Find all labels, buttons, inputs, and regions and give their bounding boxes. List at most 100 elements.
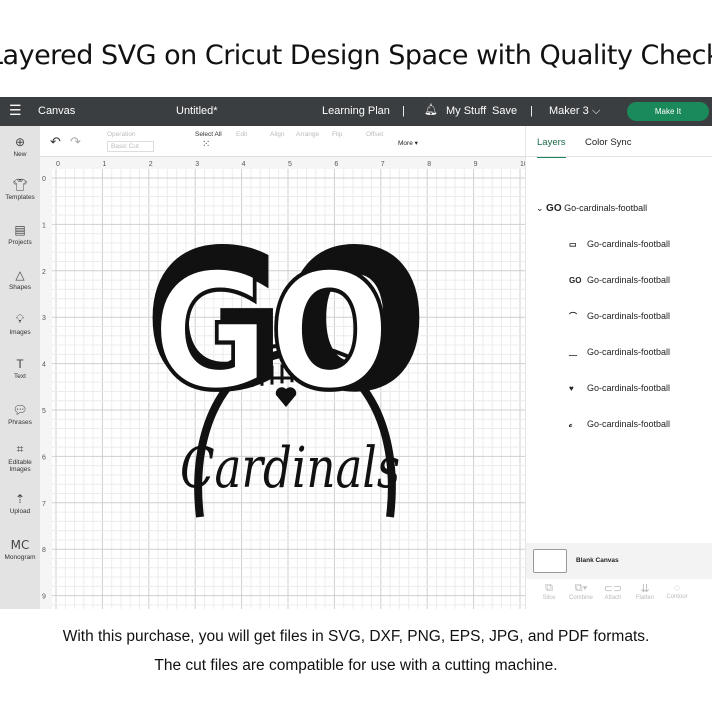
ruler-tick-label: 7 [381, 161, 385, 168]
sidebar-item-phrases[interactable]: 💬︎ Phrases [0, 403, 40, 426]
sidebar-item-templates[interactable]: 👕︎ Templates [0, 178, 40, 201]
sidebar-item-monogram[interactable]: ⅯⅭ Monogram [0, 538, 40, 561]
layer-thumbnail-icon: ﹏ [569, 348, 577, 357]
ruler-tick-label: 9 [42, 594, 46, 601]
contour-button[interactable]: ◌ Contour [662, 582, 692, 600]
ruler-tick-label: 2 [149, 161, 153, 168]
make-it-button[interactable]: Make It [627, 102, 709, 121]
align-button[interactable]: Align [270, 131, 284, 138]
layer-thumbnail-icon: ⌒ [569, 312, 577, 321]
chevron-down-icon[interactable]: ⌵ [592, 105, 600, 118]
shirt-icon: 👕︎ [12, 178, 28, 192]
blank-canvas-label: Blank Canvas [576, 557, 619, 564]
ruler-tick-label: 8 [42, 547, 46, 554]
slice-button[interactable]: ⧉ Slice [534, 582, 564, 601]
speech-bubble-icon: 💬︎ [12, 403, 28, 417]
design-canvas[interactable]: 0123456789100123456789GOGOCardinals [40, 157, 525, 609]
separator: | [402, 105, 405, 117]
redo-icon[interactable]: ↷ [70, 134, 81, 150]
left-sidebar: ⊕ New 👕︎ Templates ▤ Projects △ Shapes 💡︎ Images T… [0, 126, 40, 609]
action-label: Contour [666, 594, 688, 600]
document-title[interactable]: Untitled* [176, 105, 218, 117]
select-all-button[interactable]: Select All [195, 131, 222, 138]
tab-color-sync[interactable]: Color Sync [585, 137, 631, 148]
machine-select[interactable]: Maker 3 [549, 105, 589, 117]
attach-button[interactable]: ⊂⊃ Attach [598, 582, 628, 601]
top-bar: ☰ Canvas Untitled* Learning Plan | 🔔︎ My… [0, 97, 712, 126]
cricut-app: ☰ Canvas Untitled* Learning Plan | 🔔︎ My… [0, 97, 712, 609]
horizontal-ruler [40, 157, 525, 169]
cardinals-text: Cardinals [180, 436, 400, 501]
layer-item[interactable]: ♥ Go-cardinals-football [569, 383, 670, 393]
ruler-tick-label: 1 [42, 222, 46, 229]
layer-thumbnail-icon: GO [569, 276, 582, 285]
layer-item[interactable]: ⌒ Go-cardinals-football [569, 311, 670, 322]
blank-canvas-row[interactable]: Blank Canvas [526, 543, 712, 579]
ruler-tick-label: 3 [42, 315, 46, 322]
canvas-grid[interactable]: 0123456789100123456789GOGOCardinals [40, 157, 525, 609]
ruler-tick-label: 1 [102, 161, 106, 168]
save-button[interactable]: Save [492, 105, 517, 117]
layer-name: Go-cardinals-football [587, 347, 671, 357]
operation-select[interactable]: Basic Cut [107, 141, 154, 152]
sidebar-item-shapes[interactable]: △ Shapes [0, 268, 40, 291]
ruler-tick-label: 3 [195, 161, 199, 168]
plus-circle-icon: ⊕ [14, 135, 26, 149]
page-heading: Layered SVG on Cricut Design Space with … [0, 40, 712, 71]
slice-icon: ⧉ [545, 582, 553, 594]
action-label: Attach [604, 595, 622, 601]
select-all-icon[interactable]: ⁙ [202, 139, 210, 150]
monogram-icon: ⅯⅭ [10, 538, 30, 552]
sidebar-item-new[interactable]: ⊕ New [0, 135, 40, 158]
sidebar-item-label: Text [14, 373, 26, 380]
action-label: Combine [568, 595, 593, 601]
offset-button[interactable]: Offset [366, 131, 383, 138]
tab-layers[interactable]: Layers [537, 137, 566, 158]
ruler-tick-label: 4 [242, 161, 246, 168]
ruler-tick-label: 0 [56, 161, 60, 168]
layer-item[interactable]: 𝒸 Go-cardinals-football [569, 419, 670, 430]
more-button[interactable]: More ▾ [398, 139, 418, 147]
upload-icon: ⇡ [14, 492, 26, 506]
sidebar-item-label: Monogram [4, 554, 36, 561]
layer-item[interactable]: GO Go-cardinals-football [569, 275, 670, 285]
ruler-tick-label: 5 [42, 408, 46, 415]
layer-item[interactable]: ▭ Go-cardinals-football [569, 239, 670, 249]
ruler-tick-label: 6 [334, 161, 338, 168]
chevron-down-icon[interactable]: ⌄ [536, 203, 546, 213]
layer-name: Go-cardinals-football [587, 419, 671, 429]
flip-button[interactable]: Flip [332, 131, 342, 138]
ruler-tick-label: 7 [42, 501, 46, 508]
learning-plan-link[interactable]: Learning Plan [322, 105, 390, 117]
group-layer[interactable]: ⌄ GO Go-cardinals-football [536, 203, 647, 214]
lightbulb-icon: 💡︎ [15, 312, 25, 326]
go-cardinals-design[interactable]: GOGOCardinals [144, 209, 428, 518]
sidebar-item-upload[interactable]: ⇡ Upload [0, 492, 40, 515]
arrange-button[interactable]: Arrange [296, 131, 319, 138]
ruler-tick-label: 0 [42, 176, 46, 183]
combine-button[interactable]: ⧉▾ Combine [566, 582, 596, 601]
operation-label: Operation [107, 131, 136, 138]
sidebar-item-projects[interactable]: ▤ Projects [0, 223, 40, 246]
sidebar-item-editable-images[interactable]: ⌗ Editable Images [0, 442, 40, 473]
flatten-button[interactable]: ⇊ Flatten [630, 582, 660, 601]
undo-icon[interactable]: ↶ [50, 134, 61, 150]
layer-name: Go-cardinals-football [587, 383, 671, 393]
sidebar-item-text[interactable]: T Text [0, 357, 40, 380]
sidebar-item-images[interactable]: 💡︎ Images [0, 312, 40, 336]
layer-name: Go-cardinals-football [587, 239, 671, 249]
edit-button[interactable]: Edit [236, 131, 247, 138]
sidebar-item-label: New [13, 151, 27, 158]
layer-item[interactable]: ﹏ Go-cardinals-football [569, 347, 670, 358]
contour-icon: ◌ [673, 582, 681, 594]
bell-icon[interactable]: 🔔︎ [424, 103, 438, 116]
ruler-tick-label: 9 [474, 161, 478, 168]
layer-thumbnail-icon: 𝒸 [569, 420, 573, 429]
my-stuff-link[interactable]: My Stuff [446, 105, 486, 117]
ruler-tick-label: 8 [427, 161, 431, 168]
layer-name: Go-cardinals-football [587, 275, 671, 285]
hamburger-icon[interactable]: ☰ [9, 102, 22, 119]
canvas-label: Canvas [38, 105, 76, 117]
action-label: Flatten [635, 595, 655, 601]
attach-icon: ⊂⊃ [603, 583, 623, 595]
